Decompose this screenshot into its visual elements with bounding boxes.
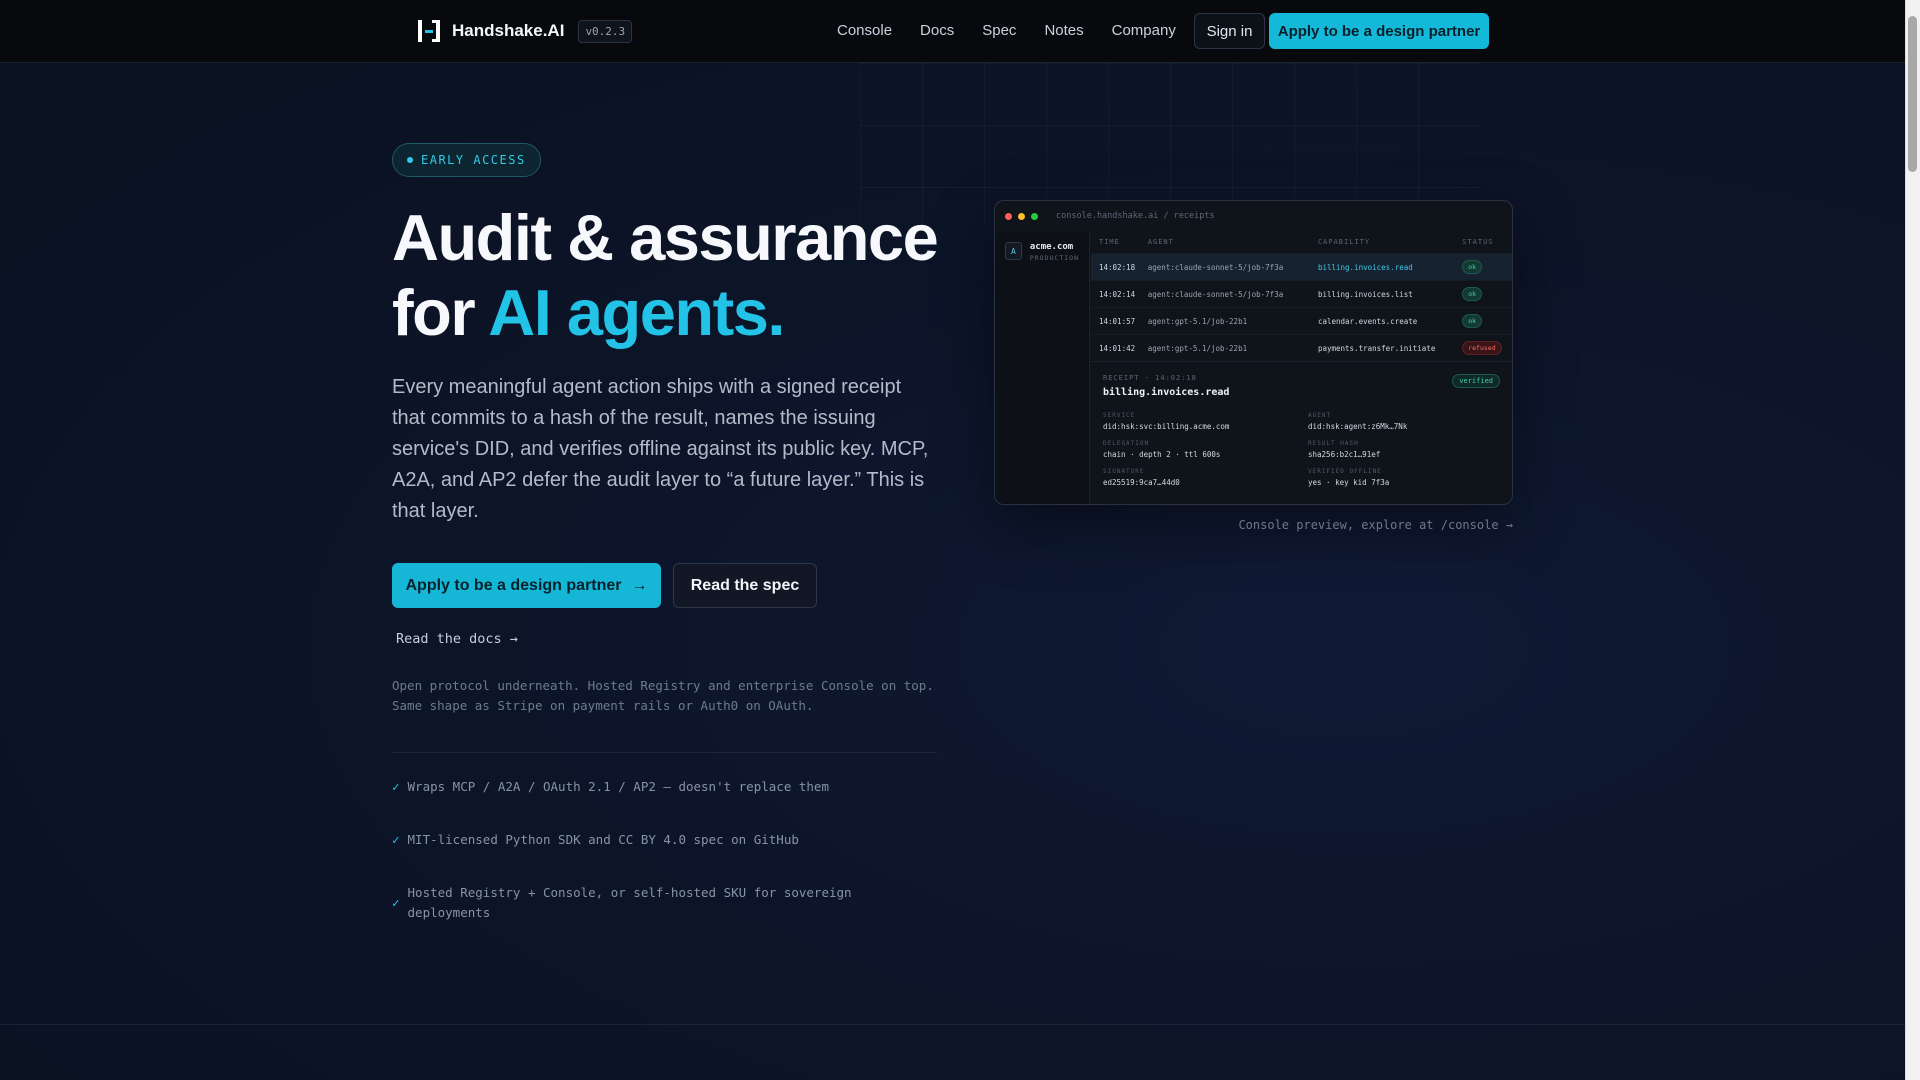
row-agent: agent:gpt-5.1/job-22b1: [1147, 316, 1248, 326]
row-agent: agent:claude-sonnet-5/job-7f3a: [1147, 262, 1284, 272]
check-icon: ✓: [392, 895, 400, 910]
divider: [392, 752, 937, 753]
field-key: DELEGATION: [1103, 440, 1150, 447]
col-status: STATUS: [1462, 238, 1494, 246]
table-header: TIME AGENT CAPABILITY STATUS: [1091, 231, 1512, 253]
field-key: AGENT: [1308, 412, 1332, 419]
row-time: 14:02:18: [1099, 262, 1136, 272]
hero-headline: Audit & assurance for AI agents.: [392, 200, 952, 350]
status-badge: ok: [1462, 260, 1483, 274]
tenant-name: acme.com: [1029, 242, 1074, 252]
design-partner-button[interactable]: Apply to be a design partner →: [392, 563, 661, 608]
receipts-table: TIME AGENT CAPABILITY STATUS 14:02:18 ag…: [1091, 231, 1512, 361]
status-badge: ok: [1462, 287, 1483, 301]
window-minimize-dot-icon: [1018, 212, 1025, 220]
brand-name: Handshake.AI: [452, 21, 565, 40]
console-url: console.handshake.ai / receipts: [1056, 211, 1215, 221]
top-nav: Handshake.AI v0.2.3 Console Docs Spec No…: [0, 0, 1905, 63]
row-time: 14:01:57: [1099, 316, 1136, 326]
field-value: chain · depth 2 · ttl 600s: [1103, 450, 1221, 459]
row-capability: billing.invoices.list: [1317, 289, 1413, 299]
row-agent: agent:gpt-5.1/job-22b1: [1147, 343, 1248, 353]
check-icon: ✓: [392, 779, 400, 794]
tenant-avatar: A: [1005, 242, 1022, 260]
console-caption-link[interactable]: Console preview, explore at /console →: [1100, 518, 1513, 532]
tenant-env: PRODUCTION: [1029, 254, 1079, 262]
console-preview[interactable]: console.handshake.ai / receipts A acme.c…: [994, 200, 1513, 505]
row-agent: agent:claude-sonnet-5/job-7f3a: [1147, 289, 1284, 299]
headline-accent: AI agents.: [488, 276, 785, 349]
nav-design-partner-button[interactable]: Apply to be a design partner: [1269, 13, 1489, 49]
headline-line1: Audit & assurance: [392, 201, 939, 274]
field-value: did:hsk:svc:billing.acme.com: [1103, 422, 1230, 431]
sign-in-button[interactable]: Sign in: [1194, 13, 1265, 49]
check-item: ✓ Wraps MCP / A2A / OAuth 2.1 / AP2 — do…: [392, 777, 937, 797]
hero-subnote: Open protocol underneath. Hosted Registr…: [392, 678, 934, 713]
field-key: VERIFIED OFFLINE: [1308, 468, 1382, 475]
col-time: TIME: [1099, 238, 1120, 246]
check-item-text: MIT-licensed Python SDK and CC BY 4.0 sp…: [407, 832, 799, 847]
design-partner-label: Apply to be a design partner: [405, 576, 622, 594]
headline-for: for: [392, 276, 489, 349]
row-capability: billing.invoices.read: [1317, 262, 1413, 272]
read-docs-link[interactable]: Read the docs →: [396, 631, 518, 647]
receipt-detail: RECEIPT · 14:02:18 billing.invoices.read…: [1091, 361, 1512, 504]
field-key: SERVICE: [1103, 412, 1136, 419]
badge-dot-icon: [407, 157, 413, 163]
table-row[interactable]: 14:01:57 agent:gpt-5.1/job-22b1 calendar…: [1091, 307, 1512, 334]
nav-link-company[interactable]: Company: [1112, 22, 1176, 39]
col-capability: CAPABILITY: [1317, 238, 1371, 246]
receipt-fields: SERVICE did:hsk:svc:billing.acme.com AGEN…: [1103, 412, 1500, 487]
brand[interactable]: Handshake.AI v0.2.3: [416, 18, 633, 44]
row-capability: payments.transfer.initiate: [1317, 343, 1436, 353]
table-row[interactable]: 14:01:42 agent:gpt-5.1/job-22b1 payments…: [1091, 334, 1512, 361]
row-capability: calendar.events.create: [1317, 316, 1418, 326]
field-key: RESULT HASH: [1308, 440, 1359, 447]
read-spec-button[interactable]: Read the spec: [673, 563, 817, 608]
scrollbar[interactable]: [1905, 0, 1920, 1080]
check-icon: ✓: [392, 832, 400, 847]
row-time: 14:01:42: [1099, 343, 1136, 353]
verified-badge: verified: [1452, 374, 1500, 388]
window-close-dot-icon: [1005, 212, 1012, 220]
nav-link-docs[interactable]: Docs: [920, 22, 954, 39]
grid-decoration: [860, 63, 1480, 223]
table-row[interactable]: 14:02:18 agent:claude-sonnet-5/job-7f3a …: [1091, 253, 1512, 280]
receipt-title: billing.invoices.read: [1103, 387, 1230, 398]
hero-lede: Every meaningful agent action ships with…: [392, 376, 929, 522]
nav-link-spec[interactable]: Spec: [982, 22, 1016, 39]
row-time: 14:02:14: [1099, 289, 1136, 299]
logo-icon: [416, 18, 442, 44]
early-access-badge: EARLY ACCESS: [392, 143, 541, 177]
field-key: SIGNATURE: [1103, 468, 1145, 475]
arrow-right-icon: →: [631, 576, 648, 594]
console-titlebar: console.handshake.ai / receipts: [995, 201, 1512, 231]
field-value: ed25519:9ca7…44d0: [1103, 478, 1180, 487]
field-value: did:hsk:agent:z6Mk…7Nk: [1308, 422, 1408, 431]
console-sidebar: A acme.com PRODUCTION: [995, 231, 1090, 504]
field-value: sha256:b2c1…91ef: [1308, 450, 1381, 459]
col-agent: AGENT: [1147, 238, 1174, 246]
check-item-text: Hosted Registry + Console, or self-hoste…: [407, 885, 852, 920]
check-item: ✓ MIT-licensed Python SDK and CC BY 4.0 …: [392, 830, 937, 850]
nav-links: Console Docs Spec Notes Company: [837, 22, 1176, 39]
window-maximize-dot-icon: [1031, 212, 1038, 220]
tenant-selector[interactable]: A acme.com PRODUCTION: [995, 231, 1089, 273]
table-row[interactable]: 14:02:14 agent:claude-sonnet-5/job-7f3a …: [1091, 280, 1512, 307]
nav-link-notes[interactable]: Notes: [1044, 22, 1083, 39]
receipt-label: RECEIPT · 14:02:18: [1103, 374, 1197, 382]
status-badge: ok: [1462, 314, 1483, 328]
check-item: ✓ Hosted Registry + Console, or self-hos…: [392, 883, 937, 923]
scrollbar-thumb[interactable]: [1908, 16, 1917, 172]
badge-label: EARLY ACCESS: [421, 153, 526, 167]
check-item-text: Wraps MCP / A2A / OAuth 2.1 / AP2 — does…: [407, 779, 829, 794]
field-value: yes · key kid 7f3a: [1308, 478, 1390, 487]
nav-link-console[interactable]: Console: [837, 22, 892, 39]
section-divider: [0, 1024, 1905, 1025]
status-badge: refused: [1462, 341, 1502, 355]
version-badge: v0.2.3: [578, 19, 633, 43]
